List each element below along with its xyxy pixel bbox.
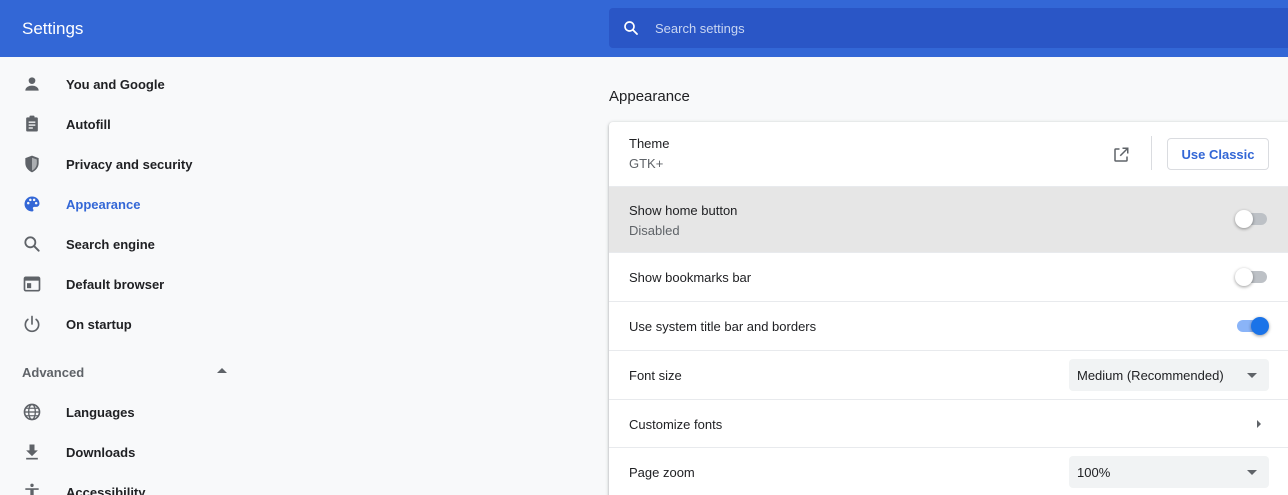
caret-up-icon	[217, 368, 227, 373]
theme-label: Theme	[629, 136, 670, 151]
divider	[1151, 136, 1152, 170]
download-icon	[26, 444, 38, 460]
theme-row: Theme GTK+ Use Classic	[609, 122, 1288, 186]
sidebar-item-label: Search engine	[66, 237, 155, 252]
sidebar-item-autofill[interactable]: Autofill	[0, 104, 240, 144]
top-bar: Settings	[0, 0, 1288, 57]
search-icon	[624, 21, 638, 35]
palette-icon	[24, 196, 40, 212]
chevron-right-icon	[1257, 420, 1261, 428]
sidebar-item-languages[interactable]: Languages	[0, 392, 240, 432]
page-zoom-label: Page zoom	[629, 465, 695, 480]
sidebar-item-downloads[interactable]: Downloads	[0, 432, 240, 472]
dropdown-arrow-icon	[1247, 470, 1257, 475]
sidebar-item-label: Default browser	[66, 277, 165, 292]
toggle-knob	[1235, 268, 1253, 286]
person-icon	[25, 77, 39, 91]
appearance-card: Theme GTK+ Use Classic Show home button …	[609, 122, 1288, 495]
sidebar-item-search-engine[interactable]: Search engine	[0, 224, 240, 264]
customize-fonts-row[interactable]: Customize fonts	[609, 399, 1288, 447]
sidebar-item-label: Appearance	[66, 197, 141, 212]
sidebar-item-label: Downloads	[66, 445, 136, 460]
toggle-knob	[1235, 210, 1253, 228]
page-zoom-select[interactable]: 100%	[1069, 456, 1269, 488]
sidebar-item-label: Autofill	[66, 117, 111, 132]
open-external-icon[interactable]	[1112, 146, 1130, 164]
advanced-label: Advanced	[22, 365, 85, 380]
page-zoom-row: Page zoom 100%	[609, 447, 1288, 495]
sidebar-item-label: Accessibility	[66, 485, 146, 495]
sidebar-item-label: On startup	[66, 317, 132, 332]
system-title-bar-row[interactable]: Use system title bar and borders	[609, 301, 1288, 350]
sidebar-item-privacy[interactable]: Privacy and security	[0, 144, 240, 184]
theme-value: GTK+	[629, 156, 664, 171]
clipboard-icon	[26, 115, 38, 132]
home-button-toggle[interactable]	[1235, 210, 1269, 228]
system-title-bar-toggle[interactable]	[1235, 317, 1269, 335]
sidebar-item-you-and-google[interactable]: You and Google	[0, 64, 240, 104]
dropdown-arrow-icon	[1247, 373, 1257, 378]
search-box[interactable]	[609, 8, 1288, 48]
search-icon	[24, 236, 40, 252]
power-icon	[24, 315, 40, 333]
home-button-label: Show home button	[629, 203, 738, 218]
globe-icon	[23, 403, 41, 421]
section-title: Appearance	[609, 88, 690, 105]
page-title: Settings	[22, 19, 84, 38]
home-button-row[interactable]: Show home button Disabled	[609, 186, 1288, 252]
search-input[interactable]	[655, 8, 1255, 48]
home-button-status: Disabled	[629, 223, 680, 238]
bookmarks-bar-label: Show bookmarks bar	[629, 270, 752, 285]
browser-window-icon	[23, 276, 41, 292]
sidebar-item-appearance[interactable]: Appearance	[0, 184, 240, 224]
page-zoom-value: 100%	[1077, 465, 1111, 480]
use-classic-button[interactable]: Use Classic	[1167, 138, 1269, 170]
divider	[0, 344, 240, 352]
font-size-row: Font size Medium (Recommended)	[609, 350, 1288, 399]
shield-icon	[25, 155, 39, 173]
sidebar: You and Google Autofill Privacy and secu…	[0, 64, 240, 495]
font-size-value: Medium (Recommended)	[1077, 368, 1224, 383]
accessibility-icon	[25, 483, 39, 495]
sidebar-item-accessibility[interactable]: Accessibility	[0, 472, 240, 495]
sidebar-item-label: Languages	[66, 405, 135, 420]
bookmarks-bar-toggle[interactable]	[1235, 268, 1269, 286]
font-size-label: Font size	[629, 368, 682, 383]
sidebar-item-default-browser[interactable]: Default browser	[0, 264, 240, 304]
bookmarks-bar-row[interactable]: Show bookmarks bar	[609, 252, 1288, 301]
advanced-toggle[interactable]: Advanced	[0, 352, 240, 392]
customize-fonts-label: Customize fonts	[629, 417, 723, 432]
sidebar-item-label: You and Google	[66, 77, 165, 92]
font-size-select[interactable]: Medium (Recommended)	[1069, 359, 1269, 391]
system-title-bar-label: Use system title bar and borders	[629, 319, 817, 334]
sidebar-item-on-startup[interactable]: On startup	[0, 304, 240, 344]
toggle-knob	[1251, 317, 1269, 335]
sidebar-item-label: Privacy and security	[66, 157, 193, 172]
